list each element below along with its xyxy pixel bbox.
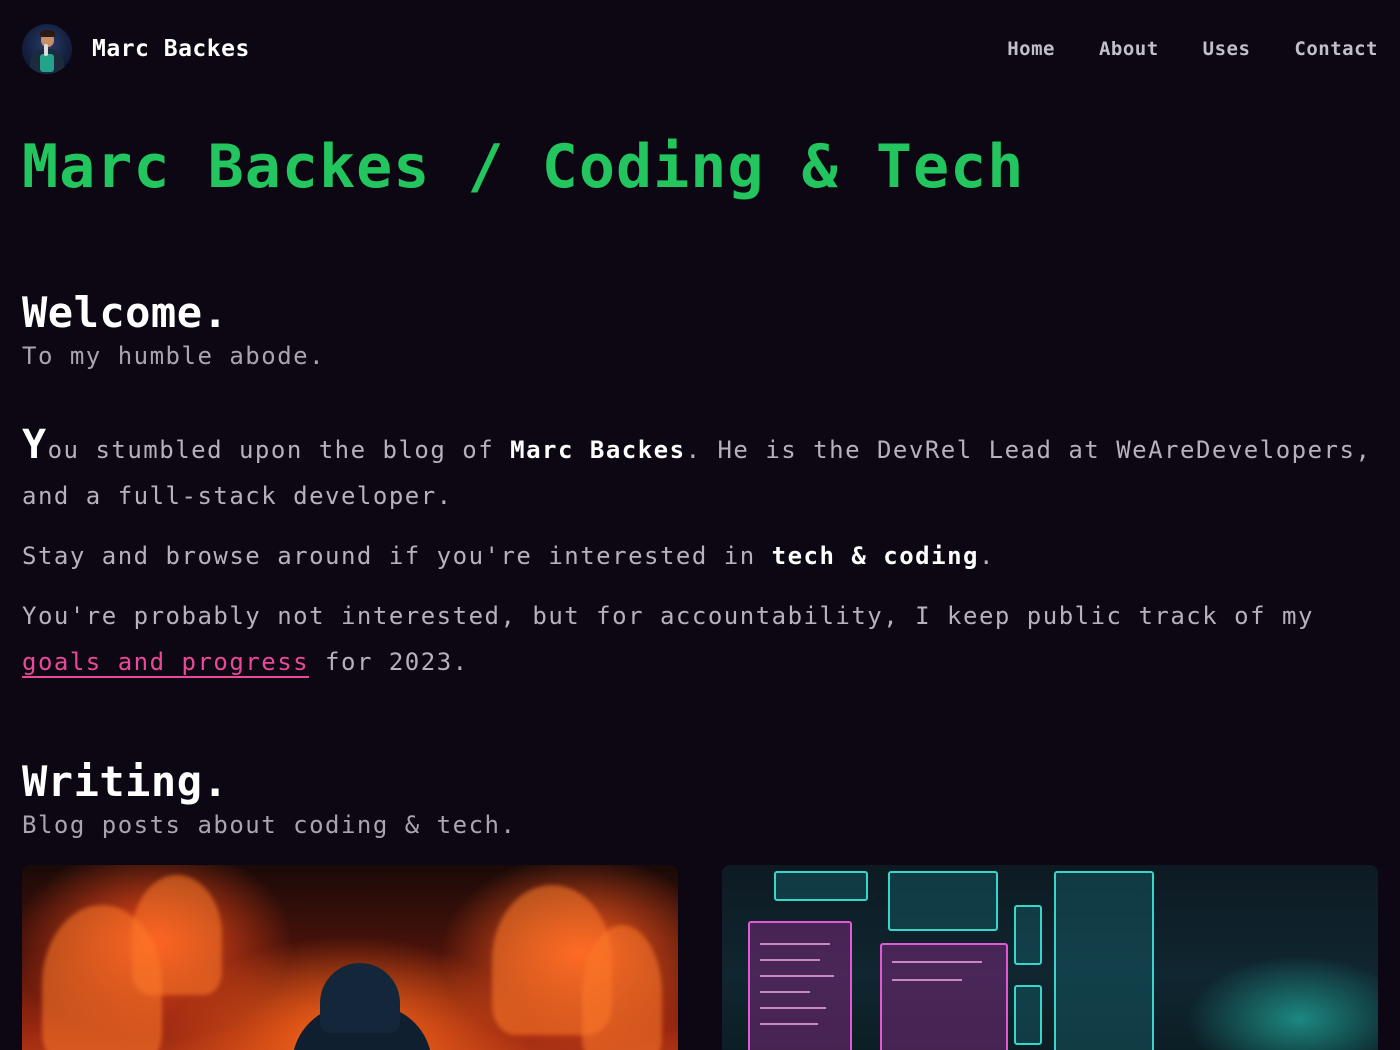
topics-highlight: tech & coding xyxy=(771,542,979,570)
writing-section: Writing. Blog posts about coding & tech. xyxy=(22,757,1378,1050)
goals-link[interactable]: goals and progress xyxy=(22,648,310,678)
blog-post-list xyxy=(22,865,1378,1050)
welcome-heading: Welcome. xyxy=(22,288,229,337)
avatar xyxy=(22,24,72,74)
site-header: Marc Backes Home About Uses Contact xyxy=(22,0,1378,98)
page-title: Marc Backes / Coding & Tech xyxy=(22,132,1025,202)
nav-uses[interactable]: Uses xyxy=(1203,38,1251,60)
about-text: You're probably not interested, but for … xyxy=(22,602,1314,630)
about-section: You stumbled upon the blog of Marc Backe… xyxy=(22,422,1378,685)
about-paragraph-1: You stumbled upon the blog of Marc Backe… xyxy=(22,422,1378,519)
about-text: . xyxy=(978,542,995,570)
about-text: ou stumbled upon the blog of xyxy=(47,436,511,464)
brand-name: Marc Backes xyxy=(92,36,250,62)
nav-home[interactable]: Home xyxy=(1007,38,1055,60)
about-paragraph-2: Stay and browse around if you're interes… xyxy=(22,533,1378,579)
blog-post-card[interactable] xyxy=(22,865,678,1050)
blog-post-card[interactable] xyxy=(722,865,1378,1050)
main-nav: Home About Uses Contact xyxy=(1007,38,1378,60)
nav-contact[interactable]: Contact xyxy=(1294,38,1378,60)
author-name: Marc Backes xyxy=(510,436,686,464)
nav-about[interactable]: About xyxy=(1099,38,1159,60)
brand-link[interactable]: Marc Backes xyxy=(22,24,250,74)
writing-subtitle: Blog posts about coding & tech. xyxy=(22,811,517,839)
welcome-section: Welcome. To my humble abode. xyxy=(22,288,1378,370)
about-text: Stay and browse around if you're interes… xyxy=(22,542,772,570)
about-paragraph-3: You're probably not interested, but for … xyxy=(22,593,1378,685)
welcome-subtitle: To my humble abode. xyxy=(22,342,326,370)
page: Marc Backes Home About Uses Contact Marc… xyxy=(0,0,1400,1050)
about-text: for 2023. xyxy=(309,648,469,676)
writing-heading: Writing. xyxy=(22,757,229,806)
drop-cap: Y xyxy=(22,422,48,468)
